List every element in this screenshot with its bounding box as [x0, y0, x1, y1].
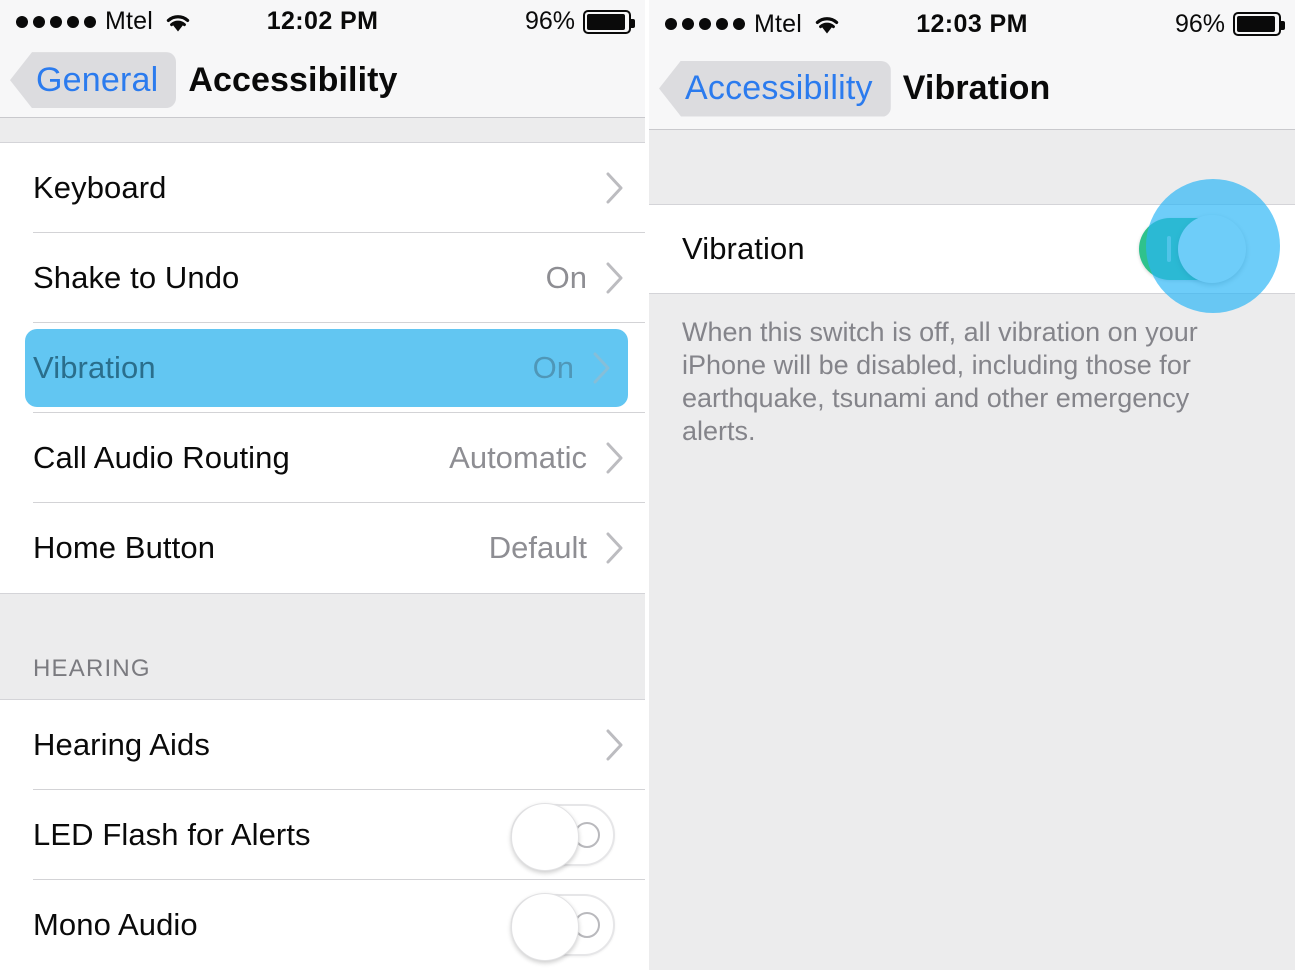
signal-dots-icon	[16, 15, 96, 28]
wifi-icon	[166, 14, 190, 32]
carrier-name: Mtel	[105, 7, 154, 36]
list-item-value: Default	[488, 530, 587, 566]
list-item-value: On	[532, 350, 574, 386]
list-item-home-button[interactable]: Home Button Default	[0, 503, 645, 594]
battery-percent: 96%	[1174, 9, 1225, 38]
status-bar-clock: 12:02 PM	[266, 7, 379, 36]
status-bar-right-group: 96%	[524, 7, 635, 36]
chevron-right-icon	[606, 729, 623, 761]
toggle-knob	[511, 803, 579, 871]
list-item-label: Vibration	[682, 231, 805, 266]
toggle-vibration[interactable]	[1139, 215, 1246, 283]
left-nav-bar: General Accessibility	[0, 43, 645, 118]
chevron-right-icon	[593, 352, 610, 384]
toggle-mono-audio[interactable]	[511, 893, 615, 961]
right-phone-screen: Mtel 12:03 PM 96% Accessibility Vibratio…	[649, 0, 1295, 970]
status-bar-right-group: 96%	[1174, 9, 1285, 39]
vibration-description: When this switch is off, all vibration o…	[649, 293, 1295, 468]
list-item-label: Shake to Undo	[33, 260, 240, 296]
dual-screenshot-container: Mtel 12:02 PM 96% General Accessibility …	[0, 0, 1295, 970]
group-top-gap	[0, 117, 645, 144]
empty-area	[649, 467, 1295, 970]
status-bar-left-group: Mtel	[665, 10, 841, 39]
list-item-label: Keyboard	[33, 170, 167, 206]
list-item-keyboard[interactable]: Keyboard	[0, 143, 645, 234]
back-button-general[interactable]: General	[10, 52, 177, 109]
toggle-knob	[511, 893, 579, 961]
list-item-vibration-toggle-row[interactable]: Vibration	[649, 205, 1295, 293]
list-item-label: Home Button	[33, 530, 216, 566]
page-title: Vibration	[902, 69, 1051, 107]
back-button-accessibility[interactable]: Accessibility	[659, 60, 891, 117]
toggle-on-bar-icon	[1167, 236, 1171, 262]
section-header-hearing: HEARING	[0, 593, 645, 700]
chevron-right-icon	[606, 442, 623, 474]
battery-percent: 96%	[524, 7, 575, 36]
section-header-label: HEARING	[33, 655, 151, 682]
list-item-label: Hearing Aids	[33, 727, 210, 762]
settings-group-hearing: Hearing Aids LED Flash for Alerts Mono A…	[0, 700, 645, 970]
list-item-label: Vibration	[33, 350, 156, 386]
status-bar-clock: 12:03 PM	[916, 9, 1028, 38]
list-item-shake-to-undo[interactable]: Shake to Undo On	[0, 233, 645, 324]
battery-icon	[583, 9, 635, 34]
list-item-label: Call Audio Routing	[33, 440, 290, 476]
list-item-label: Mono Audio	[33, 907, 198, 942]
carrier-name: Mtel	[754, 9, 803, 38]
list-item-value: Automatic	[449, 440, 587, 476]
list-item-value: On	[545, 260, 587, 296]
page-title: Accessibility	[188, 60, 398, 99]
chevron-right-icon	[606, 172, 623, 204]
list-item-hearing-aids[interactable]: Hearing Aids	[0, 700, 645, 790]
right-nav-bar: Accessibility Vibration	[649, 48, 1295, 130]
right-status-bar: Mtel 12:03 PM 96%	[649, 0, 1295, 48]
chevron-right-icon	[606, 532, 623, 564]
chevron-right-icon	[606, 262, 623, 294]
toggle-knob	[1178, 215, 1246, 283]
battery-icon	[1233, 12, 1285, 36]
signal-dots-icon	[665, 18, 745, 30]
list-item-led-flash-for-alerts[interactable]: LED Flash for Alerts	[0, 790, 645, 880]
status-bar-left-group: Mtel	[16, 7, 192, 36]
group-top-gap	[649, 130, 1295, 205]
back-button-label: Accessibility	[685, 69, 873, 107]
list-item-call-audio-routing[interactable]: Call Audio Routing Automatic	[0, 413, 645, 504]
back-button-label: General	[36, 60, 159, 99]
left-status-bar: Mtel 12:02 PM 96%	[0, 0, 645, 44]
wifi-icon	[815, 17, 839, 34]
list-item-mono-audio[interactable]: Mono Audio	[0, 880, 645, 970]
toggle-led-flash-for-alerts[interactable]	[511, 803, 615, 871]
left-phone-screen: Mtel 12:02 PM 96% General Accessibility …	[0, 0, 645, 970]
list-item-vibration[interactable]: Vibration On	[0, 323, 645, 414]
settings-group-general: Keyboard Shake to Undo On Vibration On C…	[0, 143, 645, 594]
list-item-label: LED Flash for Alerts	[33, 817, 311, 852]
